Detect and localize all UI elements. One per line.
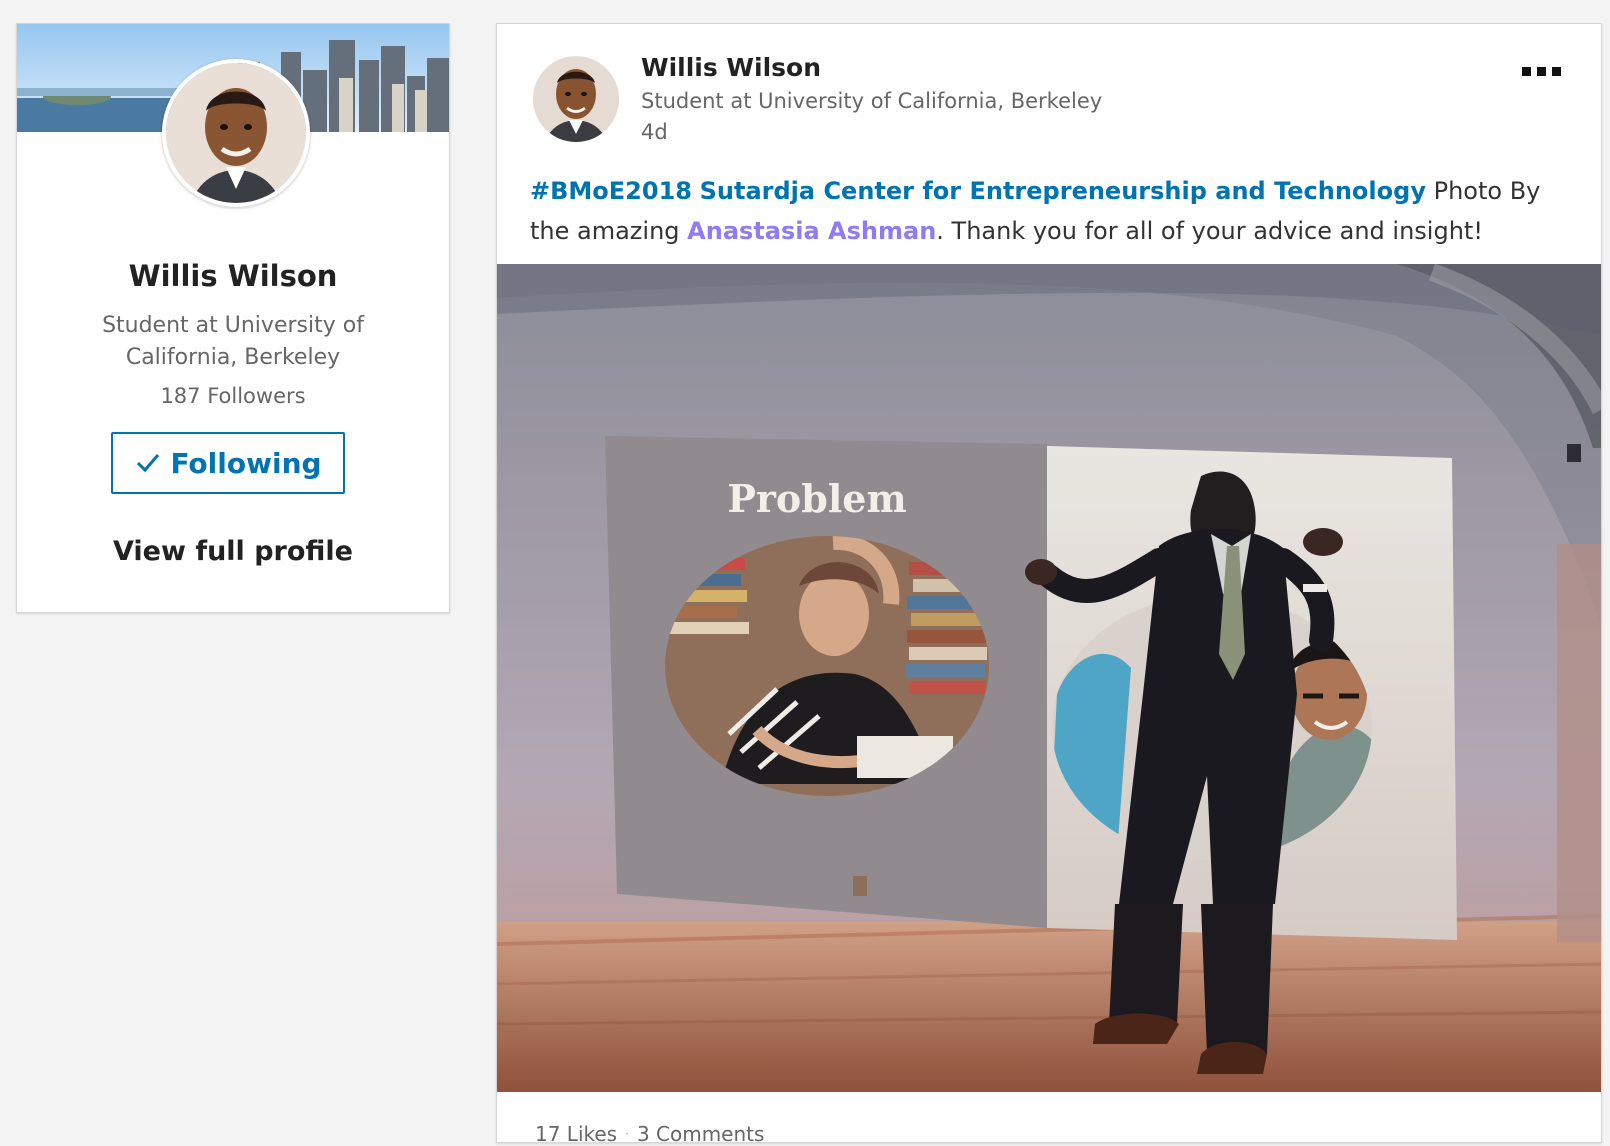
hashtag-link[interactable]: #BMoE2018 (530, 177, 692, 205)
likes-count[interactable]: 17 Likes (535, 1122, 617, 1146)
following-label: Following (170, 446, 322, 480)
post-age: 4d (641, 120, 668, 144)
organization-link[interactable]: Sutardja Center for Entrepreneurship and… (700, 177, 1426, 205)
slide-title: Problem (727, 476, 906, 521)
profile-avatar[interactable] (162, 59, 310, 207)
post-card: Willis Wilson Student at University of C… (496, 23, 1602, 1146)
check-icon (137, 454, 160, 473)
mention-link[interactable]: Anastasia Ashman (687, 217, 936, 245)
profile-name: Willis Wilson (128, 259, 338, 293)
post-author-headline: Student at University of California, Ber… (641, 89, 1103, 113)
comments-count[interactable]: 3 Comments (637, 1122, 765, 1146)
more-options-icon (1522, 66, 1531, 76)
view-full-profile-link[interactable]: View full profile (17, 536, 449, 567)
more-options-button[interactable] (1522, 62, 1578, 80)
follower-count: 187 Followers (160, 384, 306, 408)
following-button[interactable]: Following (111, 432, 345, 494)
post-author-avatar[interactable] (533, 56, 619, 142)
post-author-name[interactable]: Willis Wilson (641, 53, 821, 82)
post-engagement: 17 Likes · 3 Comments (535, 1122, 764, 1146)
more-options-icon (1552, 66, 1561, 76)
profile-headline: Student at University of California, Ber… (102, 313, 364, 370)
post-photo[interactable]: Problem (497, 264, 1601, 1092)
post-body-end: . Thank you for all of your advice and i… (936, 217, 1483, 245)
post-text: #BMoE2018 Sutardja Center for Entreprene… (530, 171, 1570, 251)
more-options-icon (1537, 66, 1546, 76)
profile-card: Willis Wilson Student at University of C… (16, 23, 450, 613)
stats-separator: · (625, 1127, 629, 1141)
